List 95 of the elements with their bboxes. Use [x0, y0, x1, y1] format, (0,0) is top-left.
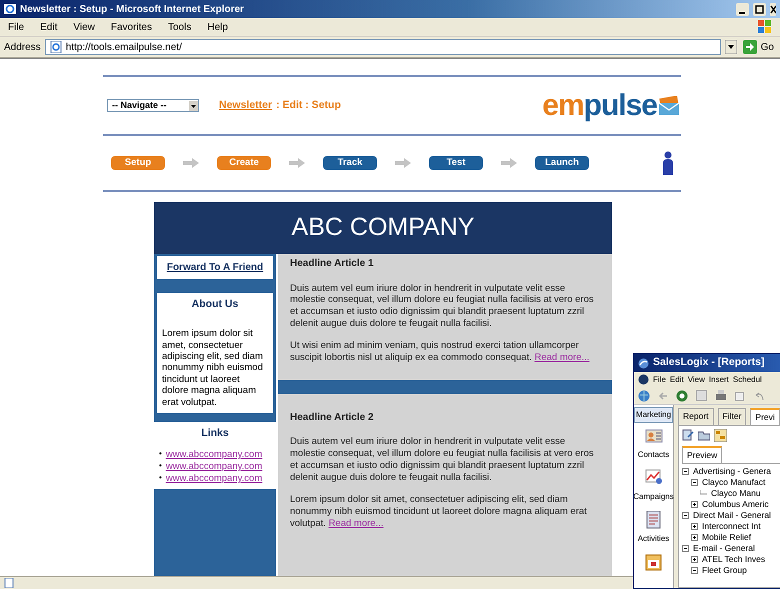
envelope-icon — [657, 96, 681, 116]
article-text: Duis autem vel eum iriure dolor in hendrerit in vulputate velit esse molestie consequat, vel illum dolore eu feugiat nulla facilisis at vero eros et accumsan et iusto odio dignissim qui blandit praesent luptatum zzril delenit augue duis dolore te feugait nulla facilisi. — [290, 436, 595, 484]
contact-card-icon[interactable] — [644, 427, 662, 445]
article-text: Lorem ipsum dolor sit amet, consectetuer adipiscing elit, sed diam nonummy nibh euismod tincidunt ut laoreet dolore magna aliquam erat volutpat. Read more... — [290, 494, 588, 530]
tab[interactable]: Report — [678, 408, 714, 425]
article-text: Duis autem vel eum iriure dolor in hendrerit in vulputate velit esse molestie consequat, vel illum dolore eu feugiat nulla facilisis at vero eros et accumsan et iusto odio dignissim qui blandit praesent luptatum zzril delenit augue duis dolore te feugait nulla facilisi. — [290, 282, 595, 330]
arrow-icon — [501, 158, 517, 168]
app-icon — [638, 358, 649, 368]
address-label: Address — [4, 40, 41, 54]
breadcrumb-text: : Edit : Setup — [276, 98, 341, 113]
article-headline: Headline Article 1 — [290, 258, 375, 270]
page-icon — [50, 41, 62, 53]
list-bullet: • — [159, 449, 162, 460]
about-text: Lorem ipsum dolor sit amet, consectetuer adipiscing elit, sed diam nonummy nibh euismod tincidunt ut laoreet dolore magna aliquam erat volutpat. — [162, 328, 264, 408]
tree-item[interactable]: Fleet Group — [702, 564, 747, 576]
menu-item[interactable]: Edit — [670, 374, 684, 386]
calendar-icon[interactable] — [644, 553, 662, 571]
menu-item[interactable]: Edit — [40, 20, 58, 34]
sidebar-heading: About Us — [190, 296, 240, 312]
address-field[interactable]: http://tools.emailpulse.net/ — [44, 39, 721, 55]
tree-item[interactable]: Direct Mail - General — [693, 508, 771, 522]
expander-icon[interactable] — [691, 522, 698, 530]
article-headline: Headline Article 2 — [290, 412, 375, 424]
chart-icon[interactable] — [644, 469, 662, 487]
nav-header[interactable]: Marketing — [634, 407, 674, 423]
step-button[interactable]: Launch — [535, 156, 589, 170]
tree-item[interactable]: Mobile Relief — [702, 530, 752, 544]
printer-icon[interactable] — [715, 390, 727, 401]
step-button[interactable]: Track — [323, 156, 377, 170]
arrow-icon — [289, 158, 305, 168]
tree-item[interactable]: Clayco Manu — [711, 486, 761, 500]
link[interactable]: www.abccompany.com — [166, 461, 262, 473]
tree-item[interactable]: Clayco Manufact — [702, 476, 766, 488]
page-icon — [4, 578, 14, 588]
logo-text: empulse — [542, 90, 657, 120]
tree-item[interactable]: E-mail - General — [693, 542, 755, 554]
tab[interactable]: Previ — [750, 408, 780, 425]
menu-item[interactable]: Help — [207, 20, 228, 34]
dropdown-button[interactable] — [724, 40, 737, 54]
maximize-button[interactable] — [753, 2, 766, 16]
expander-icon[interactable] — [682, 468, 689, 474]
close-button[interactable] — [770, 2, 776, 16]
list-bullet: • — [159, 461, 162, 472]
newsletter-title: ABC COMPANY — [292, 212, 474, 244]
link[interactable]: www.abccompany.com — [166, 449, 262, 462]
refresh-icon[interactable] — [676, 390, 688, 402]
nav-item[interactable]: Contacts — [638, 449, 670, 461]
expander-icon[interactable] — [682, 544, 689, 552]
tree-item[interactable]: Interconnect Int — [702, 520, 761, 532]
step-button[interactable]: Test — [429, 156, 483, 170]
minimize-button[interactable] — [736, 2, 749, 16]
person-icon — [661, 151, 675, 175]
arrow-icon — [183, 158, 199, 168]
list-icon[interactable] — [644, 511, 662, 529]
menu-item[interactable]: View — [688, 374, 705, 386]
tree-item[interactable]: ATEL Tech Inves — [702, 552, 766, 566]
tree-view-icon[interactable] — [714, 428, 727, 442]
nav-item[interactable]: Campaigns — [634, 491, 674, 503]
nav-item[interactable]: Activities — [638, 533, 670, 545]
go-button[interactable]: Go — [740, 40, 776, 54]
expander-icon[interactable] — [691, 500, 698, 508]
navigate-dropdown[interactable]: -- Navigate -- — [107, 99, 199, 112]
tree-line-icon — [700, 490, 707, 496]
browser-icon — [4, 3, 16, 15]
read-more-link[interactable]: Read more... — [328, 518, 384, 528]
expander-icon[interactable] — [682, 512, 689, 518]
window-title: SalesLogix - [Reports] — [653, 355, 764, 370]
arrow-icon — [395, 158, 411, 168]
article-text: Ut wisi enim ad minim veniam, quis nostrud exerci tation ullamcorper suscipit lobortis nisl ut aliquip ex ea commodo consequat. Read more... — [290, 340, 590, 364]
link[interactable]: www.abccompany.com — [166, 473, 262, 485]
menu-item[interactable]: Schedul — [732, 374, 762, 386]
menu-item[interactable]: Insert — [708, 374, 729, 386]
expander-icon[interactable] — [691, 534, 698, 540]
list-bullet: • — [159, 473, 162, 484]
arrow-icon — [742, 40, 757, 54]
tree-item[interactable]: Columbus Americ — [702, 498, 769, 510]
menu-item[interactable]: Tools — [168, 20, 192, 34]
windows-logo-icon — [758, 20, 772, 34]
export-icon[interactable] — [682, 428, 694, 441]
menu-item[interactable]: File — [8, 20, 24, 34]
globe-icon[interactable] — [638, 390, 650, 402]
sidebar-heading: Links — [200, 426, 230, 440]
tree-item[interactable]: Advertising - Genera — [693, 464, 771, 478]
menu-item[interactable]: File — [653, 374, 666, 386]
menu-item[interactable]: Favorites — [110, 20, 152, 34]
window-title: Newsletter : Setup - Microsoft Internet Explorer — [20, 2, 244, 16]
app-icon — [638, 374, 649, 385]
tab[interactable]: Preview — [682, 446, 722, 462]
expander-icon[interactable] — [691, 556, 698, 562]
folder-icon[interactable] — [698, 428, 710, 441]
expander-icon[interactable] — [691, 478, 698, 486]
read-more-link[interactable]: Read more... — [534, 352, 590, 363]
expander-icon[interactable] — [691, 566, 698, 574]
menu-item[interactable]: View — [73, 20, 95, 34]
tab[interactable]: Filter — [718, 408, 746, 425]
